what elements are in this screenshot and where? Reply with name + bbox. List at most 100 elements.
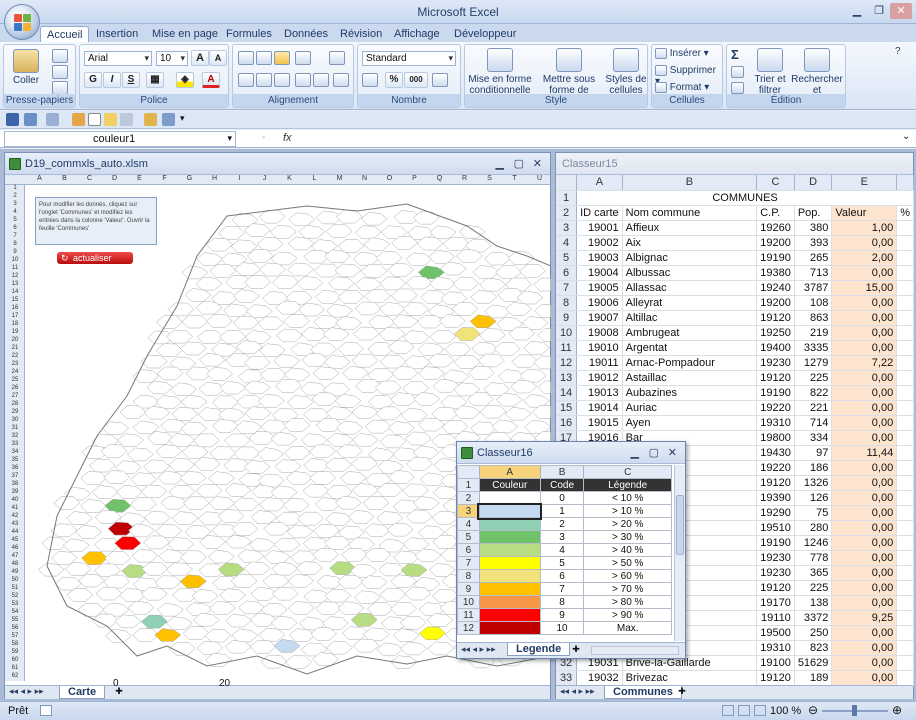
commune-shape[interactable] xyxy=(288,628,316,642)
legend-minimize-button[interactable]: ▁ xyxy=(631,446,639,459)
commune-shape[interactable] xyxy=(337,342,365,356)
font-color-button[interactable]: A xyxy=(202,72,220,88)
cp-cell[interactable]: 19190 xyxy=(756,250,795,266)
commune-shape[interactable] xyxy=(208,496,236,510)
map-row-header[interactable]: 10 xyxy=(5,257,25,263)
commune-shape[interactable] xyxy=(378,327,406,341)
commune-shape[interactable] xyxy=(219,329,247,344)
commune-shape[interactable] xyxy=(262,574,290,588)
map-col-header[interactable]: K xyxy=(277,175,302,182)
row-number[interactable]: 14 xyxy=(556,385,578,401)
header-code[interactable]: Code xyxy=(539,478,585,492)
valeur-cell[interactable]: 0,00 xyxy=(831,295,898,311)
valeur-cell[interactable]: 7,22 xyxy=(831,355,898,371)
commune-shape[interactable] xyxy=(429,329,457,344)
commune-shape[interactable] xyxy=(523,340,551,355)
legend-color-swatch[interactable] xyxy=(478,556,541,570)
commune-shape[interactable] xyxy=(329,561,357,575)
legend-code-cell[interactable]: 1 xyxy=(539,504,585,518)
format-cells-button[interactable]: Format ▾ xyxy=(655,82,709,93)
nom-commune-cell[interactable]: Aubazines xyxy=(622,385,758,401)
cp-cell[interactable]: 19220 xyxy=(756,460,795,476)
commune-shape[interactable] xyxy=(196,641,224,655)
legend-label-cell[interactable]: > 90 % xyxy=(583,608,672,622)
legend-color-swatch[interactable] xyxy=(478,582,541,596)
map-col-header[interactable]: C xyxy=(77,175,102,182)
nom-commune-cell[interactable]: Arnac-Pompadour xyxy=(622,355,758,371)
col-header-d[interactable]: D xyxy=(794,175,833,191)
commune-shape[interactable] xyxy=(130,497,157,511)
valeur-cell[interactable]: 0,00 xyxy=(831,415,898,431)
commune-shape[interactable] xyxy=(405,252,433,267)
pop-cell[interactable]: 1246 xyxy=(794,535,833,551)
percent-cell[interactable] xyxy=(896,460,914,476)
pop-cell[interactable]: 75 xyxy=(794,505,833,521)
map-col-header[interactable]: G xyxy=(177,175,202,182)
map-row-header[interactable]: 11 xyxy=(5,265,25,271)
legend-code-cell[interactable]: 2 xyxy=(539,517,585,531)
commune-shape[interactable] xyxy=(401,408,428,422)
commune-shape[interactable] xyxy=(243,460,271,474)
cp-cell[interactable]: 19240 xyxy=(756,280,795,296)
commune-shape[interactable] xyxy=(195,483,223,498)
legend-label-cell[interactable]: > 10 % xyxy=(583,504,672,518)
id-carte-cell[interactable]: 19032 xyxy=(576,670,623,686)
valeur-cell[interactable]: 0,00 xyxy=(831,520,898,536)
row-number[interactable]: 6 xyxy=(457,543,480,557)
commune-shape[interactable] xyxy=(269,225,297,239)
nom-commune-cell[interactable]: Altillac xyxy=(622,310,758,326)
commune-shape[interactable] xyxy=(417,342,445,357)
commune-shape[interactable] xyxy=(493,342,521,356)
percent-cell[interactable] xyxy=(896,295,914,311)
commune-shape[interactable] xyxy=(325,458,352,472)
valeur-cell[interactable]: 0,00 xyxy=(831,595,898,611)
map-row-header[interactable]: 50 xyxy=(5,577,25,583)
commune-shape[interactable] xyxy=(354,301,382,316)
commune-shape[interactable] xyxy=(391,314,419,328)
nom-commune-cell[interactable]: Ambrugeat xyxy=(622,325,758,341)
commune-shape[interactable] xyxy=(232,315,260,330)
currency-icon[interactable] xyxy=(362,73,378,87)
pop-cell[interactable]: 250 xyxy=(794,625,833,641)
select-all-corner[interactable] xyxy=(457,465,480,479)
row-number[interactable]: 4 xyxy=(457,517,480,531)
id-carte-cell[interactable]: 19008 xyxy=(576,325,623,341)
commune-shape[interactable] xyxy=(286,524,314,539)
page-layout-icon[interactable] xyxy=(738,705,750,716)
map-row-header[interactable]: 16 xyxy=(5,305,25,311)
map-row-header[interactable]: 17 xyxy=(5,313,25,319)
legend-horizontal-scrollbar[interactable] xyxy=(591,646,679,655)
col-header-a[interactable]: A xyxy=(576,175,623,191)
commune-shape[interactable] xyxy=(360,264,388,278)
cp-cell[interactable]: 19190 xyxy=(756,385,795,401)
grow-font-button[interactable]: A xyxy=(191,50,209,66)
row-number[interactable]: 1 xyxy=(556,190,578,206)
commune-shape[interactable] xyxy=(105,628,132,643)
legend-color-swatch[interactable] xyxy=(477,502,543,520)
redo-icon[interactable] xyxy=(46,113,59,126)
row-number[interactable]: 1 xyxy=(457,478,480,492)
legend-maximize-button[interactable]: ▢ xyxy=(649,446,659,459)
commune-shape[interactable] xyxy=(157,602,184,617)
bold-button[interactable]: G xyxy=(84,72,102,88)
cp-cell[interactable]: 19430 xyxy=(756,445,795,461)
commune-shape[interactable] xyxy=(334,394,362,408)
commune-shape[interactable] xyxy=(302,483,330,498)
commune-shape[interactable] xyxy=(274,379,302,393)
legend-label-cell[interactable]: Max. xyxy=(583,621,672,635)
commune-shape[interactable] xyxy=(231,628,259,643)
legend-color-swatch[interactable] xyxy=(478,491,541,505)
commune-shape[interactable] xyxy=(166,329,193,344)
legend-close-button[interactable]: ✕ xyxy=(668,446,677,459)
communes-title-cell[interactable]: COMMUNES xyxy=(576,190,914,206)
valeur-cell[interactable]: 0,00 xyxy=(831,625,898,641)
commune-shape[interactable] xyxy=(181,314,209,329)
commune-shape[interactable] xyxy=(204,628,232,643)
commune-shape[interactable] xyxy=(127,600,155,615)
commune-shape[interactable] xyxy=(55,576,82,591)
commune-shape[interactable] xyxy=(325,485,353,499)
tab-affichage[interactable]: Affichage xyxy=(388,26,446,42)
map-row-header[interactable]: 49 xyxy=(5,569,25,575)
commune-shape[interactable] xyxy=(363,237,391,251)
commune-shape[interactable] xyxy=(81,551,108,565)
